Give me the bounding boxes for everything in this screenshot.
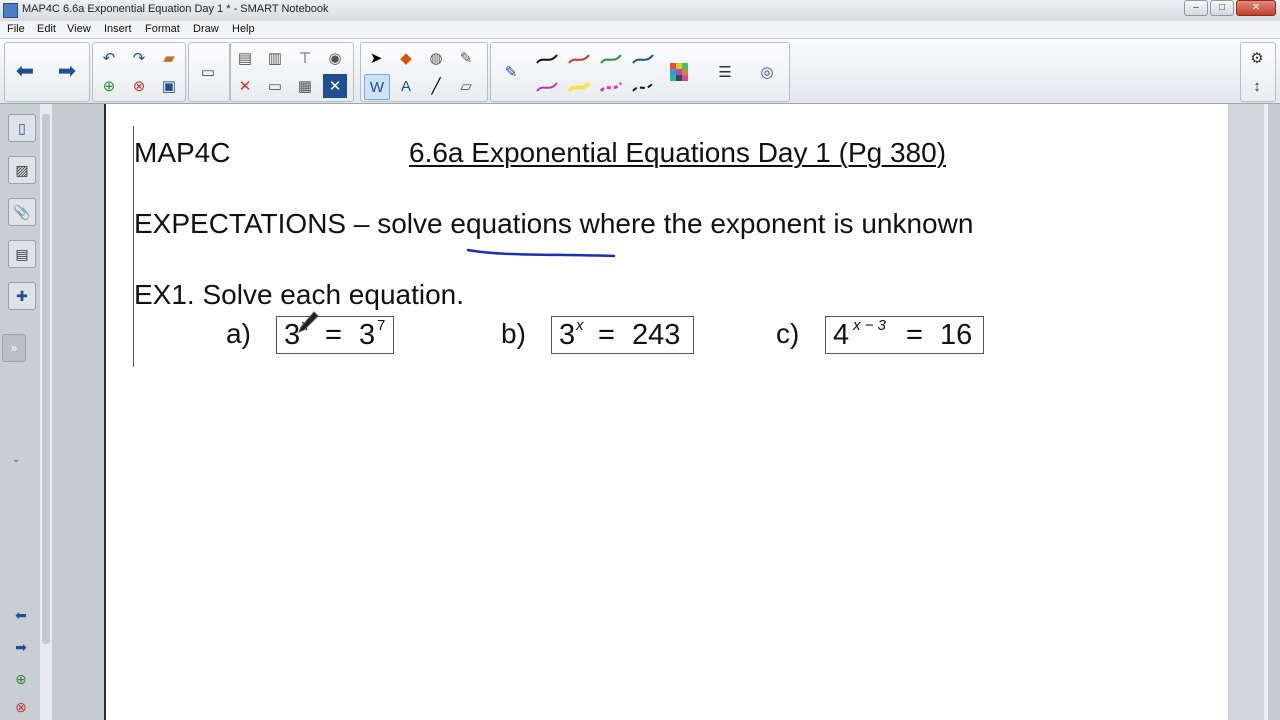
menu-file[interactable]: File: [7, 23, 25, 35]
window-title: MAP4C 6.6a Exponential Equation Day 1 * …: [22, 3, 329, 15]
move-toolbar-icon[interactable]: ↕: [1245, 74, 1269, 98]
file-group: ↶ ↷ ▰ ⊕ ⊗ ▣: [92, 42, 186, 102]
problem-b-label: b): [501, 318, 526, 349]
equation-b-base: 3: [559, 319, 576, 351]
equation-c-exponent: x − 3: [853, 317, 886, 334]
fill-icon[interactable]: ◍: [424, 46, 448, 70]
window-controls: – □ ✕: [1184, 0, 1276, 18]
expand-sidebar-icon[interactable]: »: [2, 334, 26, 362]
menu-help[interactable]: Help: [232, 23, 255, 35]
close-button[interactable]: ✕: [1236, 0, 1276, 16]
equation-b-rhs: 243: [632, 319, 681, 351]
line-icon[interactable]: ╱: [424, 74, 448, 98]
pen-cursor-icon: [298, 311, 319, 333]
addons-icon[interactable]: ✚: [8, 282, 36, 310]
equation-b-box[interactable]: 3 x = 243: [551, 316, 694, 354]
text-icon[interactable]: A: [394, 74, 418, 98]
collapse-handle-icon[interactable]: ⌄: [12, 454, 20, 465]
line-style-icon[interactable]: ☰: [713, 60, 737, 84]
previous-page-icon[interactable]: ⬅: [8, 602, 34, 628]
table-icon[interactable]: ▦: [293, 74, 317, 98]
document-camera-icon[interactable]: ⊤: [293, 46, 317, 70]
magic-pen-icon[interactable]: ✎: [454, 46, 478, 70]
save-icon[interactable]: ▣: [157, 74, 181, 98]
arrow-right-icon[interactable]: ➡: [55, 59, 79, 83]
full-screen-icon[interactable]: ◉: [323, 46, 347, 70]
page-sorter-icon[interactable]: ▯: [8, 114, 36, 142]
nav-group: ⬅ ➡: [4, 42, 90, 102]
creative-pen-icon[interactable]: W: [364, 74, 390, 100]
equation-a-rhs-exponent: 7: [377, 317, 386, 334]
color-palette-icon[interactable]: [667, 60, 691, 84]
next-page-icon[interactable]: ➡: [8, 634, 34, 660]
expectations-text: EXPECTATIONS – solve equations where the…: [134, 208, 974, 239]
pen-styles-icon[interactable]: [535, 49, 655, 95]
minimize-button[interactable]: –: [1184, 0, 1208, 16]
delete-icon[interactable]: ✕: [233, 74, 257, 98]
problem-c-label: c): [776, 318, 800, 349]
screen-shade-icon[interactable]: ▥: [263, 46, 287, 70]
add-page-icon[interactable]: ⊕: [97, 74, 121, 98]
menu-bar: File Edit View Insert Format Draw Help: [0, 21, 1280, 39]
pen-group: ✎ ☰ ◎: [490, 42, 790, 102]
gallery-icon[interactable]: ▨: [8, 156, 36, 184]
scroll-thumb[interactable]: [42, 114, 50, 644]
equation-c-equals: =: [906, 319, 923, 351]
select-group: ➤ ◆ ◍ ✎ W A ╱ ▱: [360, 42, 488, 102]
equation-a-rhs-base: 3: [359, 319, 376, 351]
close-full-screen-icon[interactable]: ✕: [323, 74, 347, 98]
select-icon[interactable]: ➤: [364, 46, 388, 70]
course-code: MAP4C: [134, 137, 231, 168]
eraser-icon[interactable]: ▱: [454, 74, 478, 98]
edit-group: ▤ ▥ ⊤ ◉ ✕ ▭ ▦ ✕: [230, 42, 354, 102]
title-bar: MAP4C 6.6a Exponential Equation Day 1 * …: [0, 0, 1280, 21]
sidebar: ▯ ▨ 📎 ▤ ✚ » ⌄ ⬅ ➡ ⊕ ⊗: [0, 104, 41, 720]
example-heading: EX1. Solve each equation.: [134, 279, 465, 310]
add-page-side-icon[interactable]: ⊕: [8, 666, 34, 692]
redo-icon[interactable]: ↷: [127, 46, 151, 70]
equation-c-base: 4: [833, 319, 850, 351]
paste-icon[interactable]: ▤: [233, 46, 257, 70]
undo-icon[interactable]: ↶: [97, 46, 121, 70]
pen-icon[interactable]: ✎: [499, 60, 523, 84]
equation-b-equals: =: [598, 319, 615, 351]
app-icon: [3, 3, 18, 18]
delete-page-icon[interactable]: ⊗: [127, 74, 151, 98]
open-icon[interactable]: ▰: [157, 46, 181, 70]
left-scrollbar[interactable]: [40, 104, 52, 720]
transparency-icon[interactable]: ◎: [755, 60, 779, 84]
problem-a-label: a): [226, 318, 251, 349]
gear-icon[interactable]: ⚙: [1245, 46, 1269, 70]
equation-a-equals: =: [325, 319, 342, 351]
display-group: ▭: [188, 42, 230, 102]
maximize-button[interactable]: □: [1210, 0, 1234, 16]
right-scrollbar[interactable]: [1228, 104, 1268, 720]
equation-b-exponent: x: [576, 317, 584, 334]
toolbar: ⬅ ➡ ↶ ↷ ▰ ⊕ ⊗ ▣ ▭ ▤ ▥ ⊤ ◉ ✕ ▭ ▦ ✕ ➤ ◆ ◍ …: [0, 39, 1280, 104]
scrollbar-edge: [1264, 104, 1268, 720]
equation-a-box[interactable]: 3 x = 3 7: [276, 316, 394, 354]
menu-view[interactable]: View: [67, 23, 91, 35]
notebook-page[interactable]: [104, 104, 1232, 720]
menu-edit[interactable]: Edit: [37, 23, 56, 35]
equation-c-box[interactable]: 4 x − 3 = 16: [825, 316, 984, 354]
lesson-title: 6.6a Exponential Equations Day 1 (Pg 380…: [409, 137, 947, 168]
menu-insert[interactable]: Insert: [104, 23, 132, 35]
attachments-icon[interactable]: 📎: [8, 198, 36, 226]
shape-icon[interactable]: ◆: [394, 46, 418, 70]
properties-icon[interactable]: ▤: [8, 240, 36, 268]
equation-c-rhs: 16: [940, 319, 973, 351]
handwritten-underline: [466, 248, 616, 258]
settings-group: ⚙ ↕: [1240, 42, 1276, 102]
screen-capture-icon[interactable]: ▭: [196, 60, 220, 84]
arrow-left-icon[interactable]: ⬅: [13, 59, 37, 83]
menu-draw[interactable]: Draw: [193, 23, 219, 35]
projector-icon[interactable]: ▭: [263, 74, 287, 98]
delete-page-side-icon[interactable]: ⊗: [8, 694, 34, 720]
menu-format[interactable]: Format: [145, 23, 180, 35]
